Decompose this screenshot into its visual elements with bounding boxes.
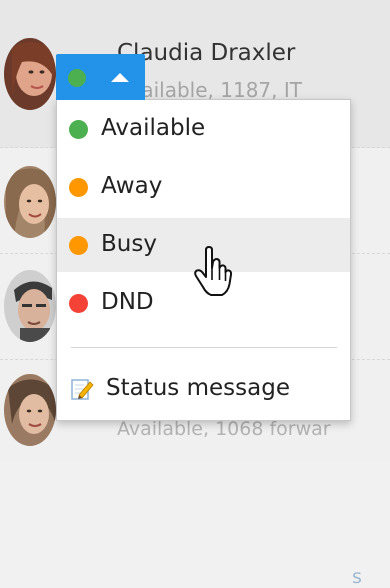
avatar-image: [4, 38, 56, 110]
pencil-icon: [70, 377, 94, 401]
green-dot-icon: [69, 120, 88, 139]
menu-item-label: Busy: [101, 231, 157, 257]
contact-side-link[interactable]: s: [352, 566, 362, 588]
menu-item-away[interactable]: Away: [57, 160, 350, 214]
status-message-label: Status message: [106, 375, 290, 401]
menu-item-status-message[interactable]: Status message: [57, 362, 350, 416]
avatar-image: [4, 270, 56, 342]
orange-dot-icon: [69, 178, 88, 197]
contact-status-line: Available, 1068 forwar: [117, 418, 331, 440]
caret-up-icon: [109, 71, 131, 83]
status-dropdown-toggle[interactable]: [56, 54, 145, 100]
avatar: [4, 166, 56, 238]
available-status-icon: [68, 69, 86, 87]
menu-item-available[interactable]: Available: [57, 102, 350, 156]
avatar-image: [4, 166, 56, 238]
menu-item-label: Available: [101, 115, 206, 141]
orange-dot-icon: [69, 236, 88, 255]
avatar: [4, 270, 56, 342]
menu-divider: [71, 347, 337, 348]
avatar-image: [4, 374, 56, 446]
menu-item-label: Away: [101, 173, 163, 199]
menu-item-label: DND: [101, 289, 154, 315]
avatar: [4, 38, 56, 110]
red-dot-icon: [69, 294, 88, 313]
hand-cursor-icon: [192, 246, 234, 298]
avatar: [4, 374, 56, 446]
